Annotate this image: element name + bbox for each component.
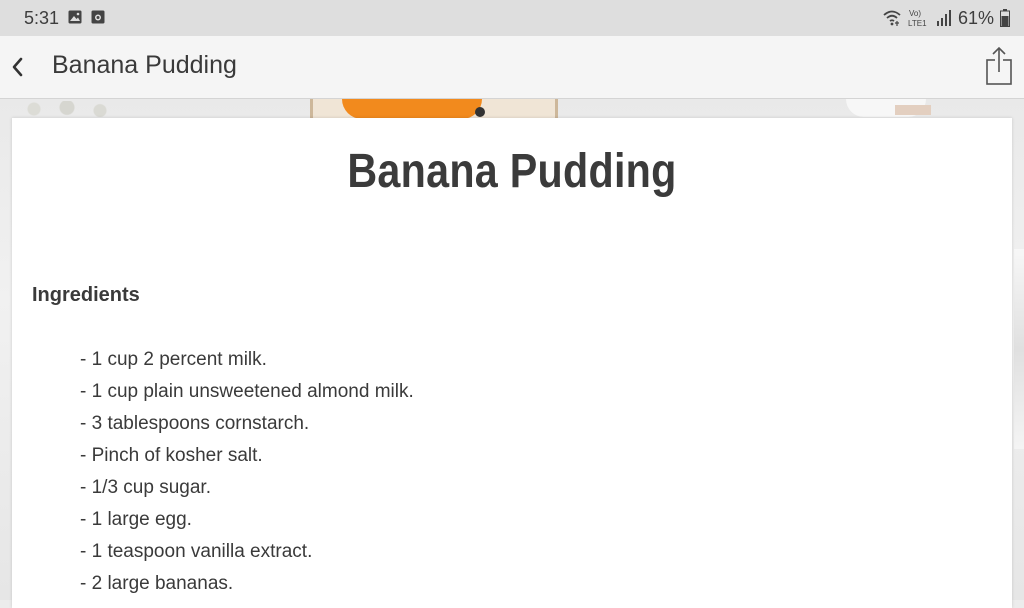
app-bar: Banana Pudding: [0, 36, 1024, 99]
hero-spoon: [895, 105, 931, 115]
app-bar-title: Banana Pudding: [52, 51, 237, 79]
ingredient-item: - 1/3 cup sugar.: [80, 477, 211, 498]
hero-jar-dot: [475, 107, 485, 117]
back-button[interactable]: [4, 50, 40, 86]
battery-icon: [1000, 9, 1010, 27]
chevron-left-icon: [12, 57, 23, 77]
ingredient-item: - 1 cup 2 percent milk.: [80, 349, 267, 370]
volte-icon: Vo) LTE1: [908, 9, 927, 28]
status-bar: 5:31 Vo) LTE1 61%: [0, 0, 1024, 36]
battery-percent: 61%: [957, 7, 994, 28]
status-indicators: Vo) LTE1 61%: [882, 6, 1010, 30]
ingredient-item: - 1 large egg.: [80, 509, 192, 530]
signal-icon: [936, 10, 951, 26]
wifi-icon: [883, 10, 901, 26]
ingredient-item: - 3 tablespoons cornstarch.: [80, 413, 310, 434]
share-icon: [986, 46, 1012, 85]
ingredient-item: - 1 cup plain unsweetened almond milk.: [80, 381, 414, 402]
ingredients-list: - 1 cup 2 percent milk. - 1 cup plain un…: [80, 344, 414, 600]
ingredient-item: - 2 large bananas.: [80, 573, 234, 594]
image-icon: [68, 10, 82, 24]
status-time: 5:31: [24, 8, 60, 28]
share-button[interactable]: [984, 46, 1014, 86]
hero-leaves: [12, 101, 122, 117]
hero-jar-fill: [342, 99, 482, 119]
ingredient-item: - 1 teaspoon vanilla extract.: [80, 541, 313, 562]
ingredients-heading: Ingredients: [32, 284, 140, 306]
recipe-card: Banana Pudding Ingredients - 1 cup 2 per…: [12, 118, 1012, 608]
camera-icon: [91, 10, 105, 24]
hero-right-edge: [1014, 249, 1024, 449]
ingredient-item: - Pinch of kosher salt.: [80, 445, 263, 466]
svg-text:LTE1: LTE1: [908, 19, 927, 28]
recipe-title: Banana Pudding: [347, 145, 677, 198]
svg-text:Vo): Vo): [909, 9, 921, 18]
